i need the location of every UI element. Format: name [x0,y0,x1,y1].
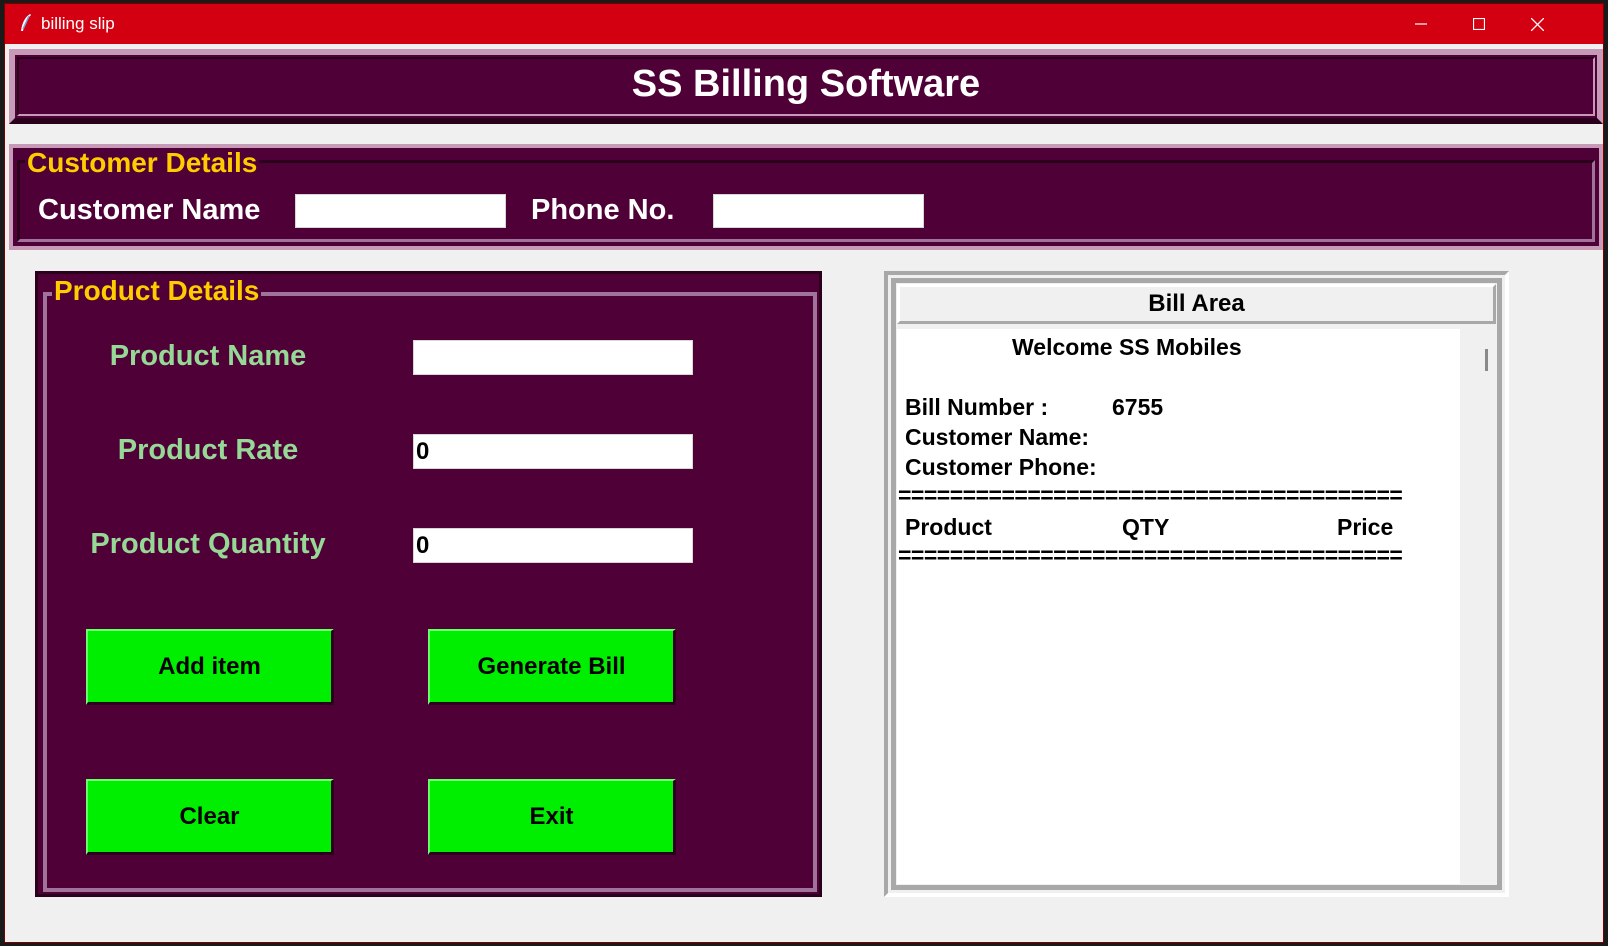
customer-details-frame: Customer Details Customer Name Phone No. [9,144,1603,250]
close-button[interactable] [1508,4,1566,44]
product-rate-label: Product Rate [117,434,299,466]
bill-customer-phone-label: Customer Phone: [905,454,1097,480]
bill-separator-top: ======================================= [898,482,1403,508]
product-name-input[interactable] [413,340,693,375]
customer-name-label: Customer Name [38,194,261,226]
customer-name-input[interactable] [295,194,506,228]
maximize-button[interactable] [1450,4,1508,44]
clear-button[interactable]: Clear [86,779,334,855]
minimize-icon [1415,23,1427,25]
header-banner: SS Billing Software [9,49,1603,124]
minimize-button[interactable] [1392,4,1450,44]
phone-input[interactable] [713,194,924,228]
product-rate-input[interactable] [413,434,693,469]
close-icon [1530,17,1544,31]
bill-separator-bottom: ======================================= [898,542,1403,568]
bill-scrollbar-thumb[interactable] [1485,349,1488,371]
bill-column-product: Product [905,514,992,540]
bill-scrollbar[interactable] [1477,329,1496,884]
customer-details-legend: Customer Details [25,147,260,178]
product-quantity-input[interactable] [413,528,693,563]
title-bar[interactable]: billing slip [5,4,1603,44]
add-item-button[interactable]: Add item [86,629,334,705]
bill-text-area[interactable]: Welcome SS Mobiles Bill Number : 6755 Cu… [897,329,1460,884]
bill-area-frame: Bill Area Welcome SS Mobiles Bill Number… [884,271,1509,897]
window-title: billing slip [41,14,115,33]
product-name-label: Product Name [109,340,307,372]
feather-icon [19,13,33,33]
app-title: SS Billing Software [631,63,981,105]
bill-number-value: 6755 [1112,394,1164,420]
bill-column-price: Price [1337,514,1394,540]
bill-area-inner: Bill Area Welcome SS Mobiles Bill Number… [891,278,1502,890]
bill-column-qty: QTY [1122,514,1170,540]
maximize-icon [1473,18,1485,30]
product-details-frame: Product Details Product Name Product Rat… [35,271,822,897]
exit-button[interactable]: Exit [428,779,676,855]
bill-area-heading: Bill Area [897,284,1496,324]
bill-number-label: Bill Number : [905,394,1049,420]
bill-customer-name-label: Customer Name: [905,424,1090,450]
bill-welcome-line: Welcome SS Mobiles [1012,334,1242,360]
app-window: billing slip SS Billing Software Custome… [4,3,1604,943]
product-quantity-label: Product Quantity [90,528,326,560]
generate-bill-button[interactable]: Generate Bill [428,629,676,705]
phone-label: Phone No. [531,194,675,226]
product-details-legend: Product Details [52,275,262,306]
